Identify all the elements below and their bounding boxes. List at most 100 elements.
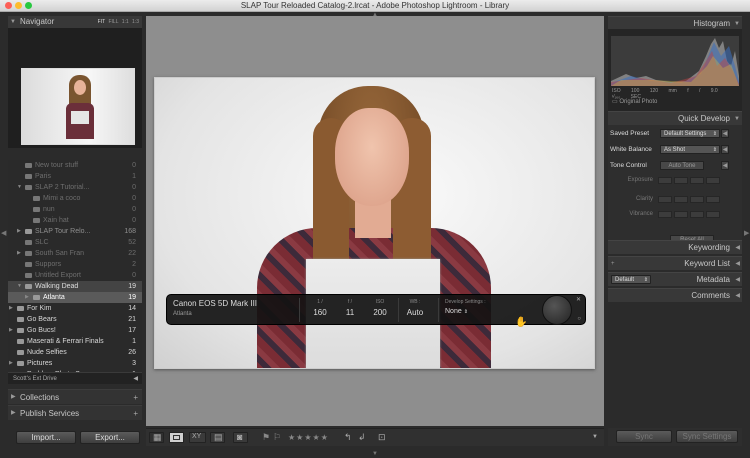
tone-control-expand-button[interactable]: ◀ (721, 161, 729, 170)
add-collection-icon[interactable]: + (133, 390, 138, 405)
white-balance-dropdown[interactable]: As Shot ⇕ (660, 145, 720, 154)
disclosure-triangle-icon[interactable]: ▶ (17, 248, 21, 259)
exposure-decrease-large[interactable] (658, 177, 672, 184)
folder-icon (17, 317, 24, 322)
clarity-decrease[interactable] (674, 196, 688, 203)
zoom-1-1[interactable]: 1:1 (122, 19, 129, 25)
folder-row[interactable]: ▶ Pictures 3 (8, 358, 142, 369)
collections-panel-header[interactable]: ▶ Collections + (8, 389, 142, 404)
histogram-header[interactable]: Histogram ▼ (608, 16, 742, 30)
people-view-button[interactable]: ◙ (233, 432, 248, 443)
bottom-panel-toggle-icon[interactable]: ▼ (372, 451, 378, 457)
clarity-decrease-large[interactable] (658, 196, 672, 203)
folder-label: Mimi a coco (43, 195, 81, 202)
folder-icon (25, 240, 32, 245)
exposure-increase-large[interactable] (706, 177, 720, 184)
vibrance-decrease-large[interactable] (658, 211, 672, 218)
compare-view-button[interactable]: XY (189, 432, 206, 443)
loupe-view-button[interactable] (169, 432, 184, 443)
vibrance-decrease[interactable] (674, 211, 688, 218)
folder-row[interactable]: Go Bears 21 (8, 314, 142, 325)
grid-view-button[interactable]: ▦ (149, 432, 164, 443)
vibrance-increase-large[interactable] (706, 211, 720, 218)
white-balance-expand-button[interactable]: ◀ (721, 145, 729, 154)
folder-icon (33, 207, 40, 212)
rotate-right-icon[interactable]: ↲ (358, 432, 366, 443)
develop-settings-cell[interactable]: Develop Settings : None ⇕ (445, 299, 505, 315)
zoom-options[interactable]: FIT FILL 1:1 1:3 (98, 16, 139, 28)
flag-pick-icon[interactable]: ⚑ (262, 432, 270, 443)
folder-row[interactable]: Paris 1 (8, 171, 142, 182)
folder-row[interactable]: ▶ Go Bucs! 17 (8, 325, 142, 336)
clarity-increase[interactable] (690, 196, 704, 203)
folder-row[interactable]: Untitled Export 0 (8, 270, 142, 281)
sync-settings-button[interactable]: Sync Settings (676, 430, 738, 443)
original-photo-toggle[interactable]: ▭ Original Photo (612, 98, 657, 105)
publish-services-header[interactable]: ▶ Publish Services + (8, 405, 142, 420)
folder-row[interactable]: Xain hat 0 (8, 215, 142, 226)
folder-row[interactable]: Mimi a coco 0 (8, 193, 142, 204)
folder-row[interactable]: ▼ SLAP 2 Tutorial... 0 (8, 182, 142, 193)
metadata-preset-dropdown[interactable]: Default ⇕ (611, 275, 651, 284)
disclosure-triangle-icon[interactable]: ▶ (9, 303, 13, 314)
folder-row[interactable]: Maserati & Ferrari Finals 1 (8, 336, 142, 347)
clarity-increase-large[interactable] (706, 196, 720, 203)
folder-row[interactable]: ▶ Atlanta 19 (8, 292, 142, 303)
star-rating[interactable]: ★★★★★ (288, 432, 329, 443)
keywording-header[interactable]: Keywording ◀ (608, 240, 742, 254)
hud-options-icon[interactable]: ○ (577, 316, 581, 322)
folder-row[interactable]: nun 0 (8, 204, 142, 215)
export-button[interactable]: Export... (80, 431, 140, 444)
comments-header[interactable]: Comments ◀ (608, 288, 742, 302)
disclosure-triangle-icon[interactable]: ▶ (9, 325, 13, 336)
crop-overlay-icon[interactable]: ⊡ (378, 432, 386, 443)
folder-row[interactable]: Suppors 2 (8, 259, 142, 270)
main-photo[interactable] (154, 77, 595, 369)
zoom-1-3[interactable]: 1:3 (132, 19, 139, 25)
folder-label: Xain hat (43, 217, 69, 224)
right-panel-toggle-icon[interactable]: ▶ (744, 229, 749, 237)
flag-reject-icon[interactable]: ⚐ (273, 432, 281, 443)
close-hud-icon[interactable]: ✕ (576, 296, 581, 303)
sync-button[interactable]: Sync (616, 430, 672, 443)
zoom-fit[interactable]: FIT (98, 19, 105, 25)
quick-develop-header[interactable]: Quick Develop ▼ (608, 111, 742, 125)
navigator-preview[interactable] (8, 28, 142, 148)
toolbar-menu-icon[interactable]: ▼ (592, 432, 598, 443)
saved-preset-dropdown[interactable]: Default Settings ⇕ (660, 129, 720, 138)
add-keyword-icon[interactable]: + (611, 257, 615, 271)
folder-row[interactable]: ▶ South San Fran 22 (8, 248, 142, 259)
add-publish-service-icon[interactable]: + (133, 406, 138, 421)
vibrance-increase[interactable] (690, 211, 704, 218)
keyword-list-header[interactable]: + Keyword List ◀ (608, 256, 742, 270)
disclosure-triangle-icon[interactable]: ▼ (17, 182, 22, 193)
left-panel-toggle-icon[interactable]: ◀ (1, 229, 6, 237)
zoom-fill[interactable]: FILL (108, 19, 118, 25)
folder-row[interactable]: Nude Selfies 26 (8, 347, 142, 358)
exposure-decrease[interactable] (674, 177, 688, 184)
disclosure-triangle-icon[interactable]: ▶ (25, 292, 29, 303)
disclosure-triangle-icon[interactable]: ▼ (17, 281, 22, 292)
rotate-left-icon[interactable]: ↰ (344, 432, 352, 443)
folder-row[interactable]: SLC 52 (8, 237, 142, 248)
folder-row[interactable]: ▼ Walking Dead 19 (8, 281, 142, 292)
navigator-thumbnail[interactable] (21, 68, 135, 145)
folder-row[interactable]: ▶ SLAP Tour Relo... 168 (8, 226, 142, 237)
auto-tone-button[interactable]: Auto Tone (660, 161, 704, 170)
survey-view-button[interactable]: ▤ (210, 432, 225, 443)
drive-bar[interactable]: Scott's Ext Drive ◀ (8, 372, 142, 384)
saved-preset-expand-button[interactable]: ◀ (721, 129, 729, 138)
import-button[interactable]: Import... (16, 431, 76, 444)
metadata-header[interactable]: Default ⇕ Metadata ◀ (608, 272, 742, 286)
folder-row[interactable]: New tour stuff 0 (8, 160, 142, 171)
folder-row[interactable]: ▶ For Kim 14 (8, 303, 142, 314)
disclosure-triangle-icon[interactable]: ▶ (9, 358, 13, 369)
histogram-graph[interactable] (611, 36, 739, 86)
develop-settings-dropdown[interactable]: None ⇕ (445, 308, 505, 315)
keywording-title: Keywording (688, 243, 730, 252)
exposure-increase[interactable] (690, 177, 704, 184)
hud-dial-knob[interactable] (542, 295, 572, 325)
disclosure-triangle-icon[interactable]: ▶ (17, 226, 21, 237)
folder-count: 26 (128, 349, 136, 356)
navigator-header[interactable]: ▼ Navigator FIT FILL 1:1 1:3 (8, 16, 142, 28)
